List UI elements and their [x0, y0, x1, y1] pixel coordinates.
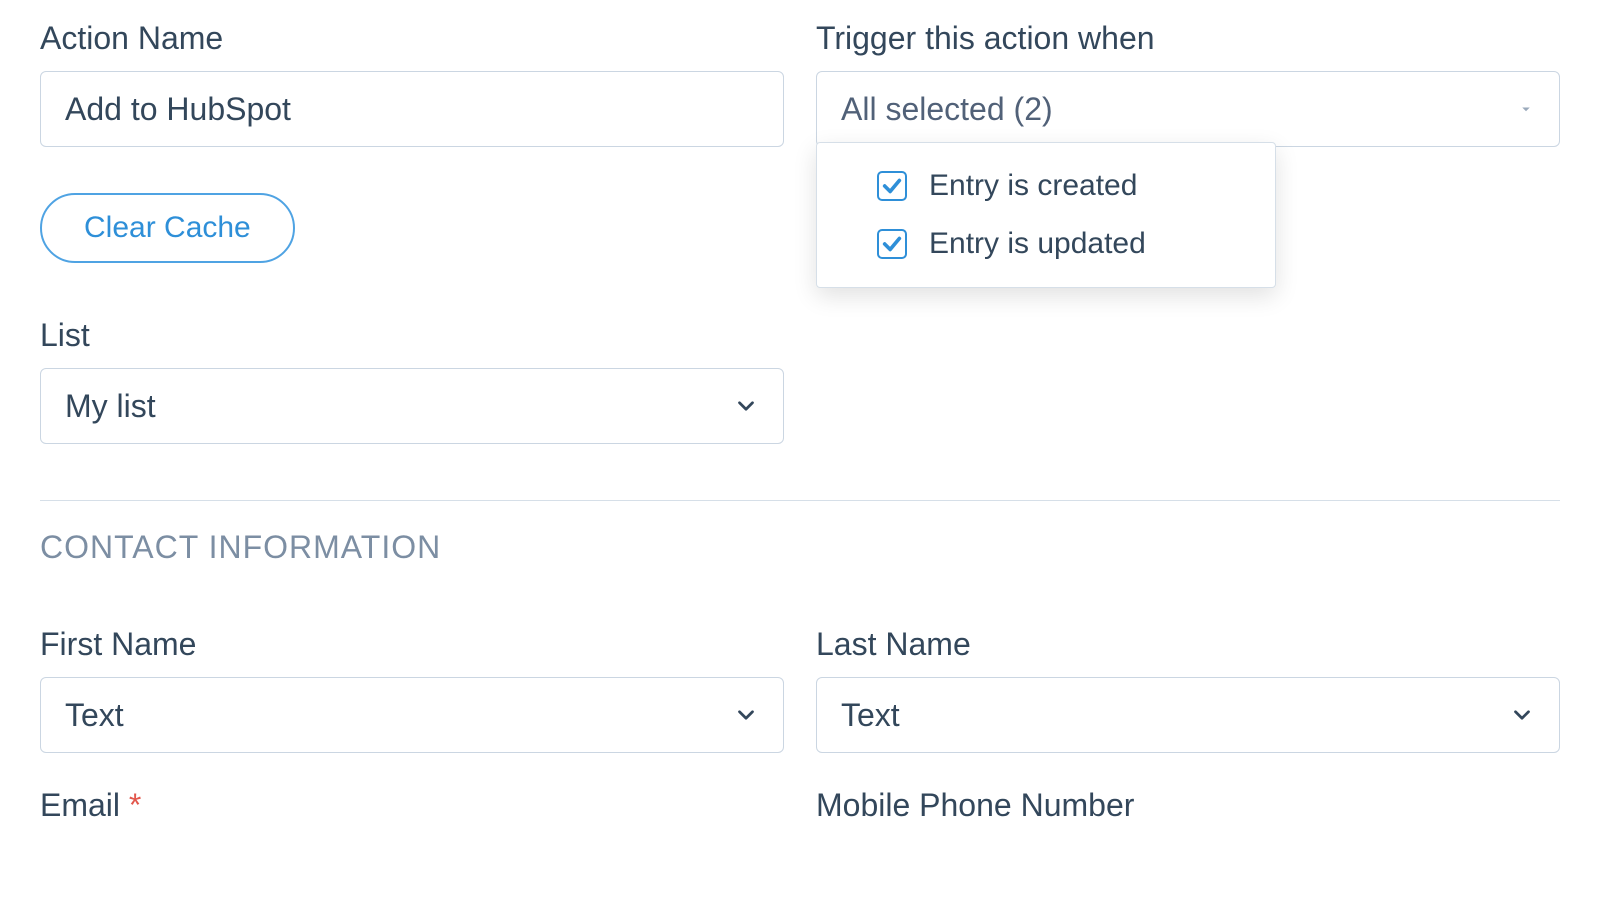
list-select[interactable]: My list [40, 368, 784, 444]
chevron-down-icon [733, 393, 759, 419]
required-star-icon: * [129, 787, 141, 823]
first-name-select[interactable]: Text [40, 677, 784, 753]
email-label: Email * [40, 787, 784, 824]
trigger-select[interactable]: All selected (2) [816, 71, 1560, 147]
email-label-text: Email [40, 787, 120, 823]
first-name-select-value: Text [65, 697, 124, 734]
trigger-option-created[interactable]: Entry is created [817, 157, 1275, 215]
action-name-label: Action Name [40, 20, 784, 57]
trigger-select-value: All selected (2) [841, 91, 1053, 128]
chevron-down-icon [1509, 702, 1535, 728]
trigger-option-updated[interactable]: Entry is updated [817, 215, 1275, 273]
trigger-dropdown-panel: Entry is created Entry is updated [816, 142, 1276, 288]
trigger-option-label: Entry is created [929, 169, 1137, 203]
mobile-phone-label: Mobile Phone Number [816, 787, 1560, 824]
action-name-input[interactable] [40, 71, 784, 147]
contact-info-heading: CONTACT INFORMATION [40, 529, 1560, 566]
list-select-value: My list [65, 388, 156, 425]
checkbox-checked-icon [877, 171, 907, 201]
trigger-option-label: Entry is updated [929, 227, 1146, 261]
first-name-label: First Name [40, 626, 784, 663]
trigger-label: Trigger this action when [816, 20, 1560, 57]
last-name-select-value: Text [841, 697, 900, 734]
last-name-label: Last Name [816, 626, 1560, 663]
list-label: List [40, 317, 784, 354]
checkbox-checked-icon [877, 229, 907, 259]
clear-cache-button[interactable]: Clear Cache [40, 193, 295, 263]
caret-down-icon [1517, 100, 1535, 118]
last-name-select[interactable]: Text [816, 677, 1560, 753]
section-divider [40, 500, 1560, 501]
chevron-down-icon [733, 702, 759, 728]
